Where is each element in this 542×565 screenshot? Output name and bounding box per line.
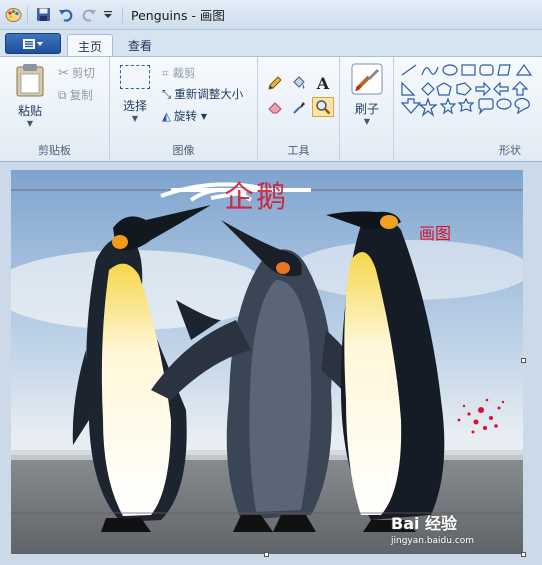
paste-button[interactable]: 粘贴 ▼	[12, 63, 48, 135]
rotate-label: 旋转	[173, 109, 197, 123]
text-tool[interactable]: A	[312, 73, 334, 93]
resize-handle-bottom[interactable]	[264, 552, 269, 557]
rotate-icon: ◭	[162, 109, 171, 123]
brushes-group: 刷子 ▼	[340, 57, 394, 161]
scissors-icon: ✂	[58, 65, 69, 81]
select-button[interactable]: 选择 ▼	[118, 65, 152, 137]
tab-view[interactable]: 查看	[118, 34, 162, 56]
red-text: 画图	[419, 224, 452, 243]
resize-handle-corner[interactable]	[521, 552, 526, 557]
paint-app-icon[interactable]	[4, 6, 22, 24]
tools-group: A 工具	[258, 57, 340, 161]
ribbon-tab-row: 主页 查看	[0, 30, 542, 57]
magnifier-icon	[316, 100, 331, 115]
image-group: 选择 ▼ ⌗ 裁剪 ⤡ 重新调整大小 ◭ 旋转 ▼ 图像	[110, 57, 258, 161]
window-title: Penguins - 画图	[131, 8, 225, 23]
copy-icon: ⧉	[58, 87, 67, 102]
clipboard-group-label: 剪贴板	[38, 144, 71, 157]
menu-icon	[23, 38, 43, 49]
pencil-tool[interactable]	[264, 73, 286, 93]
chevron-down-icon: ▼	[200, 111, 208, 121]
tab-home[interactable]: 主页	[67, 34, 114, 57]
copy-button[interactable]: ⧉ 复制	[58, 85, 93, 105]
ribbon: 粘贴 ▼ ✂ 剪切 ⧉ 复制 剪贴板 选择 ▼ ⌗ 裁剪 ⤡ 重新调整大小 ◭ …	[0, 56, 542, 162]
brushes-label: 刷子	[354, 102, 379, 116]
crop-icon: ⌗	[162, 65, 169, 80]
shapes-icons	[400, 63, 533, 117]
resize-icon: ⤡	[162, 86, 172, 101]
eraser-icon	[268, 102, 282, 114]
pencil-icon	[268, 76, 282, 90]
drawing-canvas[interactable]: 企鹅 画图 Bai 经验 jingyan.baidu.com	[11, 170, 523, 554]
watermark-text: Bai 经验	[391, 514, 458, 533]
eyedropper-icon	[293, 102, 305, 114]
cut-label: 剪切	[71, 66, 95, 80]
tools-group-label: 工具	[287, 144, 310, 157]
color-picker-tool[interactable]	[288, 97, 310, 117]
shapes-gallery	[400, 63, 542, 127]
magnifier-tool[interactable]	[312, 97, 334, 117]
canvas-workspace: 企鹅 画图 Bai 经验 jingyan.baidu.com	[0, 162, 542, 565]
handwritten-text: 企鹅	[224, 180, 288, 215]
brushes-button[interactable]: 刷子 ▼	[350, 63, 384, 133]
watermark: Bai 经验 jingyan.baidu.com	[391, 510, 474, 546]
redo-icon[interactable]	[80, 6, 98, 24]
clipboard-icon	[16, 64, 44, 97]
text-icon: A	[316, 73, 330, 93]
selection-icon	[120, 65, 150, 89]
eraser-tool[interactable]	[264, 97, 286, 117]
resize-handle-right[interactable]	[521, 358, 526, 363]
paint-bucket-icon	[293, 76, 305, 89]
shapes-group-label: 形状	[499, 144, 521, 157]
save-icon[interactable]	[34, 6, 52, 24]
brush-icon	[351, 63, 383, 95]
resize-label: 重新调整大小	[174, 87, 244, 101]
crop-button[interactable]: ⌗ 裁剪	[162, 63, 195, 83]
watermark-url: jingyan.baidu.com	[391, 536, 475, 546]
select-label: 选择	[122, 99, 147, 113]
title-bar: Penguins - 画图	[0, 0, 542, 30]
copy-label: 复制	[69, 88, 93, 102]
crop-label: 裁剪	[172, 66, 196, 80]
rotate-button[interactable]: ◭ 旋转 ▼	[162, 106, 207, 126]
resize-button[interactable]: ⤡ 重新调整大小	[162, 84, 243, 104]
image-group-label: 图像	[172, 144, 195, 157]
clipboard-group: 粘贴 ▼ ✂ 剪切 ⧉ 复制 剪贴板	[0, 57, 110, 161]
fill-tool[interactable]	[288, 73, 310, 93]
cut-button[interactable]: ✂ 剪切	[58, 63, 95, 83]
chevron-down-icon: ▼	[26, 119, 34, 128]
paste-label: 粘贴	[17, 104, 42, 118]
customize-toolbar-icon[interactable]	[103, 6, 113, 24]
paint-menu-button[interactable]	[5, 33, 61, 54]
undo-icon[interactable]	[57, 6, 75, 24]
chevron-down-icon: ▼	[363, 117, 371, 126]
chevron-down-icon: ▼	[131, 114, 139, 123]
